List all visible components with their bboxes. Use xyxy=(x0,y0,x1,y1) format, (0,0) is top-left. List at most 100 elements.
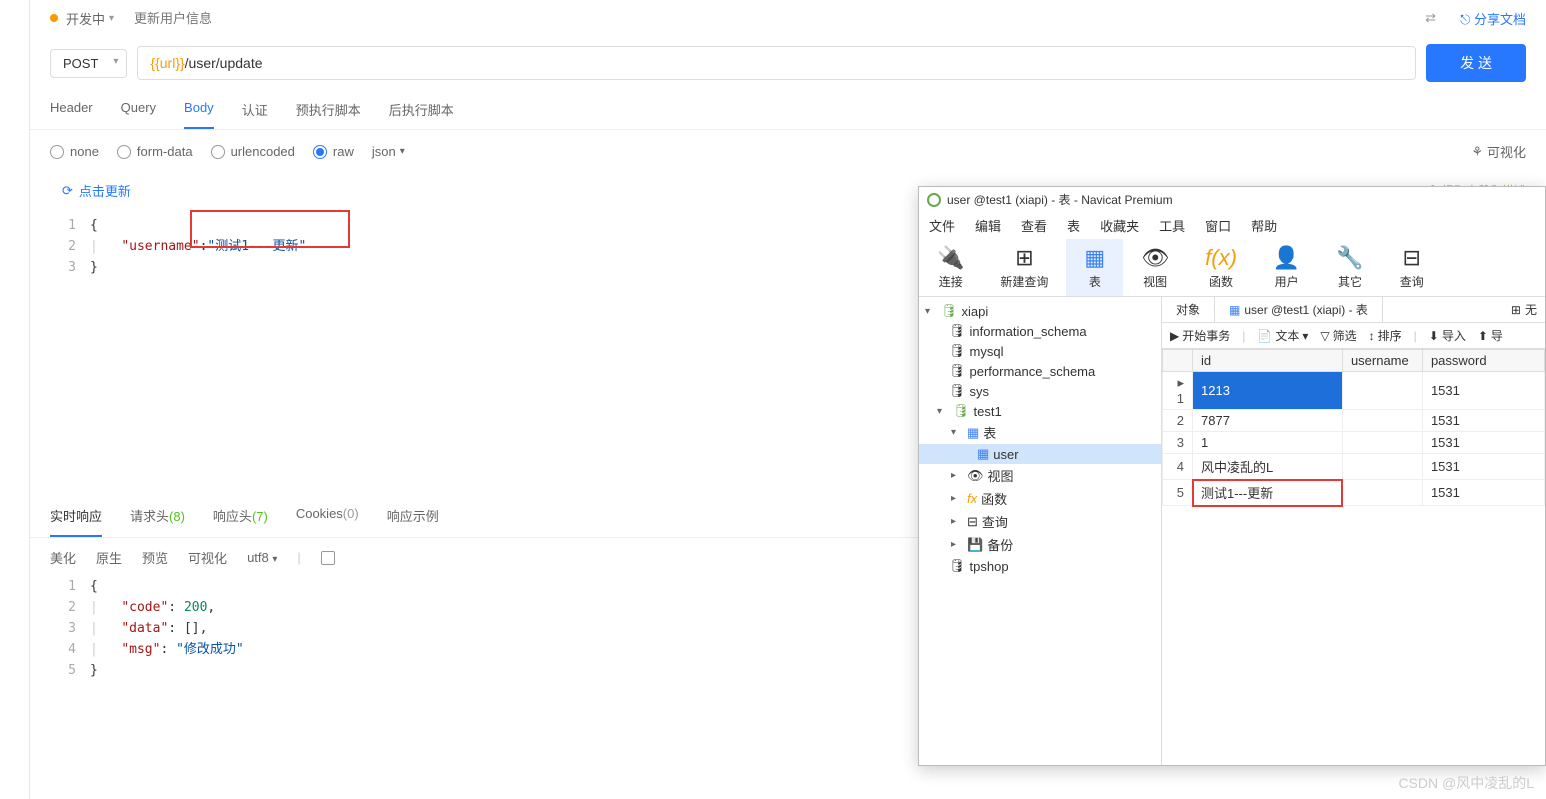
tool-view[interactable]: 👁视图 xyxy=(1123,239,1187,296)
radio-raw[interactable]: raw xyxy=(313,144,354,159)
tab-post-script[interactable]: 后执行脚本 xyxy=(389,90,454,129)
tab-pre-script[interactable]: 预执行脚本 xyxy=(296,90,361,129)
radio-urlencoded[interactable]: urlencoded xyxy=(211,144,295,159)
preview-button[interactable]: 预览 xyxy=(142,548,168,567)
text-button[interactable]: 📄 文本 ▾ xyxy=(1257,327,1308,344)
tool-connection[interactable]: 🔌连接 xyxy=(919,239,982,296)
window-title: user @test1 (xiapi) - 表 - Navicat Premiu… xyxy=(947,191,1173,208)
charset-select[interactable]: utf8 ▾ xyxy=(247,550,277,565)
copy-icon[interactable] xyxy=(321,551,335,565)
table-row[interactable]: 4风中凌乱的L1531 xyxy=(1163,454,1545,480)
highlight-box xyxy=(190,210,350,248)
import-button[interactable]: ⬇ 导入 xyxy=(1429,327,1466,344)
tree-table-user[interactable]: ▦user xyxy=(919,444,1161,464)
tool-other[interactable]: 🔧其它 xyxy=(1318,239,1381,296)
navicat-titlebar: user @test1 (xiapi) - 表 - Navicat Premiu… xyxy=(919,187,1545,212)
row-header xyxy=(1163,350,1193,372)
query-icon: ⊟ xyxy=(1403,245,1421,271)
tab-auth[interactable]: 认证 xyxy=(242,90,268,129)
tab-cookies[interactable]: Cookies(0) xyxy=(296,496,359,537)
tree-db[interactable]: 🛢mysql xyxy=(919,341,1161,361)
table-row[interactable]: ▸ 112131531 xyxy=(1163,372,1545,410)
menu-tools[interactable]: 工具 xyxy=(1159,216,1185,235)
url-path: /user/update xyxy=(185,55,263,71)
tree-db[interactable]: 🛢sys xyxy=(919,381,1161,401)
filter-button[interactable]: ▽ 筛选 xyxy=(1320,327,1356,344)
navicat-menubar: 文件 编辑 查看 表 收藏夹 工具 窗口 帮助 xyxy=(919,212,1545,239)
share-doc-link[interactable]: ⎋ 分享文档 xyxy=(1460,9,1526,28)
tree-db-test1[interactable]: ▾🛢test1 xyxy=(919,401,1161,421)
tree-backup-node[interactable]: ▸💾备份 xyxy=(919,533,1161,556)
col-id[interactable]: id xyxy=(1193,350,1343,372)
db-tree: ▾🛢xiapi 🛢information_schema 🛢mysql 🛢perf… xyxy=(919,297,1162,765)
chevron-down-icon: ▾ xyxy=(400,146,405,157)
tab-request-headers[interactable]: 请求头(8) xyxy=(130,496,185,537)
method-select[interactable]: POST xyxy=(50,49,127,78)
export-button[interactable]: ⬆ 导 xyxy=(1478,327,1503,344)
tab-response-headers[interactable]: 响应头(7) xyxy=(213,496,268,537)
url-input[interactable]: {{url}}/user/update xyxy=(137,46,1416,80)
chevron-down-icon: ▾ xyxy=(109,13,114,24)
format-icon[interactable]: ⇄ xyxy=(1425,10,1436,26)
tree-tables-node[interactable]: ▾▦表 xyxy=(919,421,1161,444)
visual-button[interactable]: ⚘ 可视化 xyxy=(1471,142,1526,161)
menu-edit[interactable]: 编辑 xyxy=(975,216,1001,235)
table-row[interactable]: 311531 xyxy=(1163,432,1545,454)
beautify-button[interactable]: 美化 xyxy=(50,548,76,567)
visualize-button[interactable]: 可视化 xyxy=(188,548,227,567)
data-grid[interactable]: id username password ▸ 112131531 2787715… xyxy=(1162,349,1545,506)
tree-connection[interactable]: ▾🛢xiapi xyxy=(919,301,1161,321)
begin-transaction-button[interactable]: ▶ 开始事务 xyxy=(1170,327,1230,344)
tree-queries-node[interactable]: ▸⊟查询 xyxy=(919,510,1161,533)
menu-file[interactable]: 文件 xyxy=(929,216,955,235)
user-icon: 👤 xyxy=(1273,245,1300,271)
db-icon: 🛢 xyxy=(949,558,966,574)
col-password[interactable]: password xyxy=(1422,350,1544,372)
menu-view[interactable]: 查看 xyxy=(1021,216,1047,235)
col-username[interactable]: username xyxy=(1342,350,1422,372)
tab-realtime-response[interactable]: 实时响应 xyxy=(50,496,102,537)
tool-new-query[interactable]: ⊞新建查询 xyxy=(982,239,1066,296)
radio-none[interactable]: none xyxy=(50,144,99,159)
tab-user-table[interactable]: ▦user @test1 (xiapi) - 表 xyxy=(1215,297,1383,322)
status-select[interactable]: 开发中 ▾ xyxy=(66,9,114,28)
tool-user[interactable]: 👤用户 xyxy=(1255,239,1318,296)
tree-db[interactable]: 🛢information_schema xyxy=(919,321,1161,341)
tab-body[interactable]: Body xyxy=(184,90,214,129)
tool-table[interactable]: ▦表 xyxy=(1066,239,1123,296)
tab-query[interactable]: Query xyxy=(121,90,156,129)
navicat-right-tabs: 对象 ▦user @test1 (xiapi) - 表 ⊞无 xyxy=(1162,297,1545,323)
menu-window[interactable]: 窗口 xyxy=(1205,216,1231,235)
table-icon: ▦ xyxy=(1084,245,1105,271)
tab-response-examples[interactable]: 响应示例 xyxy=(387,496,439,537)
menu-help[interactable]: 帮助 xyxy=(1251,216,1277,235)
table-row[interactable]: 5测试1---更新1531 xyxy=(1163,480,1545,506)
menu-table[interactable]: 表 xyxy=(1067,216,1080,235)
tree-db[interactable]: 🛢tpshop xyxy=(919,556,1161,576)
update-hint[interactable]: ⟳ 点击更新 xyxy=(50,173,143,208)
api-title-input[interactable] xyxy=(134,11,334,26)
tree-views-node[interactable]: ▸👁视图 xyxy=(919,464,1161,487)
send-button[interactable]: 发 送 xyxy=(1426,44,1526,82)
raw-button[interactable]: 原生 xyxy=(96,548,122,567)
tool-function[interactable]: f(x)函数 xyxy=(1187,239,1255,296)
content-type-select[interactable]: json ▾ xyxy=(372,144,405,159)
sort-button[interactable]: ↕ 排序 xyxy=(1369,327,1402,344)
menu-favorites[interactable]: 收藏夹 xyxy=(1100,216,1139,235)
db-icon: 🛢 xyxy=(953,403,970,419)
navicat-window: user @test1 (xiapi) - 表 - Navicat Premiu… xyxy=(918,186,1546,766)
tool-query[interactable]: ⊟查询 xyxy=(1382,239,1442,296)
tree-functions-node[interactable]: ▸fx函数 xyxy=(919,487,1161,510)
table-row[interactable]: 278771531 xyxy=(1163,410,1545,432)
top-bar: 开发中 ▾ ⇄ ⎋ 分享文档 xyxy=(30,0,1546,36)
grid-icon[interactable]: ⊞ xyxy=(1511,303,1521,317)
share-icon: ⎋ xyxy=(1460,12,1470,27)
navicat-toolbar: 🔌连接 ⊞新建查询 ▦表 👁视图 f(x)函数 👤用户 🔧其它 ⊟查询 xyxy=(919,239,1545,297)
left-sidebar xyxy=(0,0,30,799)
tree-db[interactable]: 🛢performance_schema xyxy=(919,361,1161,381)
radio-form-data[interactable]: form-data xyxy=(117,144,193,159)
tab-header[interactable]: Header xyxy=(50,90,93,129)
tab-objects[interactable]: 对象 xyxy=(1162,297,1215,322)
url-variable: {{url}} xyxy=(150,55,184,71)
watermark: CSDN @风中凌乱的L xyxy=(1398,773,1534,793)
